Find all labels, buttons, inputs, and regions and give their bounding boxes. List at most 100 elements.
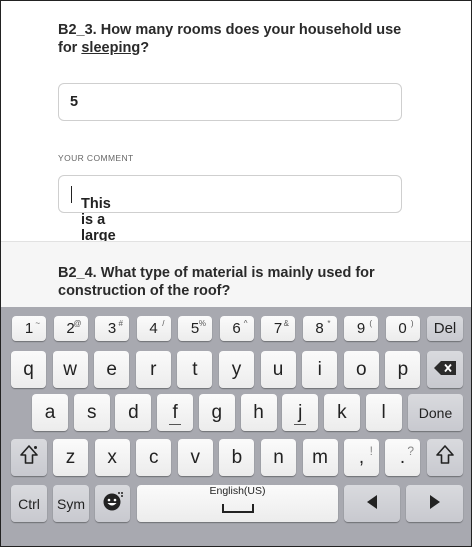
del-key[interactable]: Del xyxy=(427,316,463,341)
key-w[interactable]: w xyxy=(52,351,88,388)
key-c-label: c xyxy=(148,446,159,468)
key-u[interactable]: u xyxy=(260,351,296,388)
key-6-alt: ^ xyxy=(243,319,248,328)
comment-input[interactable]: This is a large house xyxy=(58,175,402,260)
key-5[interactable]: 5% xyxy=(178,316,212,341)
key-l[interactable]: l xyxy=(365,394,402,431)
cursor-left-key[interactable] xyxy=(344,485,400,522)
screen: B2_3. How many rooms does your household… xyxy=(0,0,472,547)
key-marker xyxy=(169,424,182,425)
text-cursor xyxy=(71,186,72,203)
survey-form: B2_3. How many rooms does your household… xyxy=(1,1,471,308)
key-m-label: m xyxy=(312,446,328,468)
key-6-label: 6 xyxy=(232,320,241,337)
key-t[interactable]: t xyxy=(177,351,213,388)
key-q[interactable]: q xyxy=(11,351,46,388)
key-4[interactable]: 4/ xyxy=(136,316,171,341)
key-n[interactable]: n xyxy=(261,439,296,476)
key-3-alt: # xyxy=(118,319,123,328)
key-j[interactable]: j xyxy=(282,394,319,431)
comment-value-wrap: This is a large house xyxy=(70,186,124,260)
key-i[interactable]: i xyxy=(302,351,338,388)
ctrl-key-label: Ctrl xyxy=(18,495,40,512)
ctrl-key[interactable]: Ctrl xyxy=(11,485,47,522)
key-c[interactable]: c xyxy=(136,439,172,476)
comment-label: YOUR COMMENT xyxy=(58,153,134,163)
key-8[interactable]: 8 * xyxy=(302,316,337,341)
key-7-label: 7 xyxy=(273,320,283,337)
key-a[interactable]: a xyxy=(32,394,68,431)
key-y-label: y xyxy=(231,358,242,380)
shift-key-left[interactable] xyxy=(11,439,47,476)
key-y[interactable]: y xyxy=(219,351,254,388)
done-key[interactable]: Done xyxy=(408,394,463,431)
key-q-label: q xyxy=(23,358,34,380)
emoji-key[interactable] xyxy=(95,485,130,522)
key-6[interactable]: 6 ^ xyxy=(219,316,254,341)
key-0-label: 0 xyxy=(398,320,407,337)
key-3[interactable]: 3 # xyxy=(95,316,129,341)
cursor-right-key[interactable] xyxy=(406,485,463,522)
key-8-alt: * xyxy=(327,319,331,328)
key-n-label: n xyxy=(273,446,284,468)
key-period-label: . xyxy=(399,446,406,468)
key-r[interactable]: r xyxy=(135,351,171,388)
key-g[interactable]: g xyxy=(198,394,235,431)
space-key[interactable]: English(US) xyxy=(137,485,338,522)
key-8-label: 8 xyxy=(315,320,324,337)
key-w-label: w xyxy=(63,358,77,380)
key-h[interactable]: h xyxy=(240,394,277,431)
key-i-label: i xyxy=(317,358,322,380)
key-9-label: 9 xyxy=(356,320,366,337)
backspace-icon xyxy=(434,359,456,381)
key-3-label: 3 xyxy=(107,320,117,337)
del-key-label: Del xyxy=(433,320,457,337)
arrow-left-icon xyxy=(366,493,378,515)
shift-key-right[interactable] xyxy=(427,439,463,476)
question-b2-4: B2_4. What type of material is mainly us… xyxy=(1,242,471,308)
key-p[interactable]: p xyxy=(385,351,421,388)
key-comma-alt: ! xyxy=(369,444,373,458)
key-u-label: u xyxy=(272,358,284,380)
key-0[interactable]: 0) xyxy=(385,316,420,341)
backspace-key[interactable] xyxy=(427,351,463,388)
key-v[interactable]: v xyxy=(177,439,213,476)
key-0-alt: ) xyxy=(410,319,414,328)
answer-value: 5 xyxy=(70,94,79,110)
key-9-alt: ( xyxy=(369,319,372,328)
key-x[interactable]: x xyxy=(94,439,130,476)
key-d[interactable]: d xyxy=(115,394,152,431)
space-key-label: English(US) xyxy=(209,484,266,497)
answer-input[interactable]: 5 xyxy=(58,83,402,121)
key-2-alt: @ xyxy=(73,319,82,328)
key-j-label: j xyxy=(298,401,303,423)
key-b[interactable]: b xyxy=(219,439,255,476)
key-p-label: p xyxy=(397,358,409,380)
key-f-label: f xyxy=(172,401,178,423)
onscreen-keyboard: 1 ~2 @3 #4/5% 6 ^ 7 & 8 * 9(0) Del q w e r t y u i o p a s d f g h j… xyxy=(1,307,471,546)
key-period[interactable]: .? xyxy=(385,439,420,476)
sym-key[interactable]: Sym xyxy=(53,485,89,522)
key-s-label: s xyxy=(86,401,97,423)
key-z[interactable]: z xyxy=(53,439,88,476)
space-bar-icon xyxy=(221,497,254,519)
key-e[interactable]: e xyxy=(94,351,130,388)
key-x-label: x xyxy=(107,446,117,468)
key-9[interactable]: 9( xyxy=(344,316,378,341)
key-period-alt: ? xyxy=(407,444,414,458)
key-s[interactable]: s xyxy=(73,394,110,431)
key-2[interactable]: 2 @ xyxy=(53,316,88,341)
key-o[interactable]: o xyxy=(343,351,379,388)
key-marker xyxy=(294,424,307,425)
key-e-label: e xyxy=(106,358,117,380)
key-1[interactable]: 1 ~ xyxy=(12,316,46,341)
question-b2-3: B2_3. How many rooms does your household… xyxy=(1,1,471,260)
key-b-label: b xyxy=(231,446,243,468)
done-key-label: Done xyxy=(418,404,453,421)
key-k[interactable]: k xyxy=(323,394,360,431)
key-1-alt: ~ xyxy=(35,319,40,328)
key-f[interactable]: f xyxy=(157,394,194,431)
key-comma[interactable]: ,! xyxy=(344,439,379,476)
key-7[interactable]: 7 & xyxy=(261,316,295,341)
key-m[interactable]: m xyxy=(302,439,338,476)
